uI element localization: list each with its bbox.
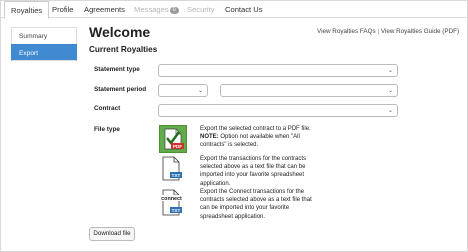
tab-label: Contact Us	[225, 5, 263, 14]
sidebar-item-label: Summary	[19, 33, 48, 40]
contract-label: Contract	[94, 105, 121, 112]
download-file-button[interactable]: Download file	[89, 227, 135, 241]
statement-type-label: Statement type	[94, 66, 140, 73]
header-links: View Royalties FAQs | View Royalties Gui…	[317, 28, 459, 35]
tab-label: Royalties	[11, 6, 43, 15]
tab-messages[interactable]: Messages 0	[128, 1, 185, 18]
txt-file-icon: TXT	[162, 156, 182, 181]
statement-period-end-select[interactable]: ⌄	[220, 84, 398, 97]
tab-royalties[interactable]: Royalties	[4, 1, 50, 19]
pdf-option-description: Export the selected contract to a PDF fi…	[200, 125, 315, 150]
pdf-icon-label: PDF	[173, 144, 182, 149]
tab-contact-us[interactable]: Contact Us	[219, 1, 269, 18]
page-frame: Royalties Profile Agreements Messages 0 S…	[0, 0, 468, 252]
chevron-down-icon: ⌄	[387, 68, 393, 74]
txt-icon-label: TXT	[172, 173, 181, 178]
page-title: Welcome	[89, 24, 151, 40]
statement-period-start-select[interactable]: ⌄	[158, 84, 208, 97]
chevron-down-icon: ⌄	[197, 88, 203, 94]
tab-security[interactable]: Security	[181, 1, 220, 18]
chevron-down-icon: ⌄	[387, 88, 393, 94]
tab-label: Agreements	[84, 5, 125, 14]
pdf-description-line: Export the selected contract to a PDF fi…	[200, 126, 311, 132]
guide-link[interactable]: View Royalties Guide (PDF)	[381, 28, 459, 35]
section-title: Current Royalties	[89, 45, 158, 54]
txt-option-description: Export the transactions for the contract…	[200, 156, 307, 187]
pdf-file-icon: PDF	[164, 128, 184, 150]
tab-label: Profile	[52, 5, 74, 14]
contract-select[interactable]: ⌄	[158, 104, 398, 117]
connect-icon-word: connect	[161, 196, 182, 202]
link-separator: |	[377, 28, 380, 35]
connect-option-description: Export the Connect transactions for the …	[200, 189, 312, 220]
top-nav: Royalties Profile Agreements Messages 0 S…	[1, 1, 467, 19]
tab-agreements[interactable]: Agreements	[78, 1, 131, 18]
pdf-note-label: NOTE:	[200, 134, 219, 141]
connect-option[interactable]: connect TXT	[158, 189, 186, 217]
connect-file-icon: connect TXT	[159, 189, 184, 216]
statement-type-select[interactable]: ⌄	[158, 64, 398, 77]
pdf-option[interactable]: PDF	[159, 125, 187, 153]
sidebar-item-summary[interactable]: Summary	[11, 27, 77, 44]
sidebar-item-label: Export	[19, 50, 39, 57]
sidebar-item-export[interactable]: Export	[11, 44, 77, 61]
messages-count-badge: 0	[169, 7, 179, 14]
chevron-down-icon: ⌄	[387, 108, 393, 114]
txt-option[interactable]: TXT	[160, 155, 184, 183]
statement-period-label: Statement period	[94, 86, 147, 93]
tab-label: Messages	[134, 5, 169, 14]
tab-profile[interactable]: Profile	[46, 1, 80, 18]
sidebar: Summary Export	[11, 27, 77, 61]
faq-link[interactable]: View Royalties FAQs	[317, 28, 376, 35]
connect-txt-icon-label: TXT	[172, 208, 181, 213]
file-type-label: File type	[94, 126, 120, 133]
tab-label: Security	[187, 5, 215, 14]
